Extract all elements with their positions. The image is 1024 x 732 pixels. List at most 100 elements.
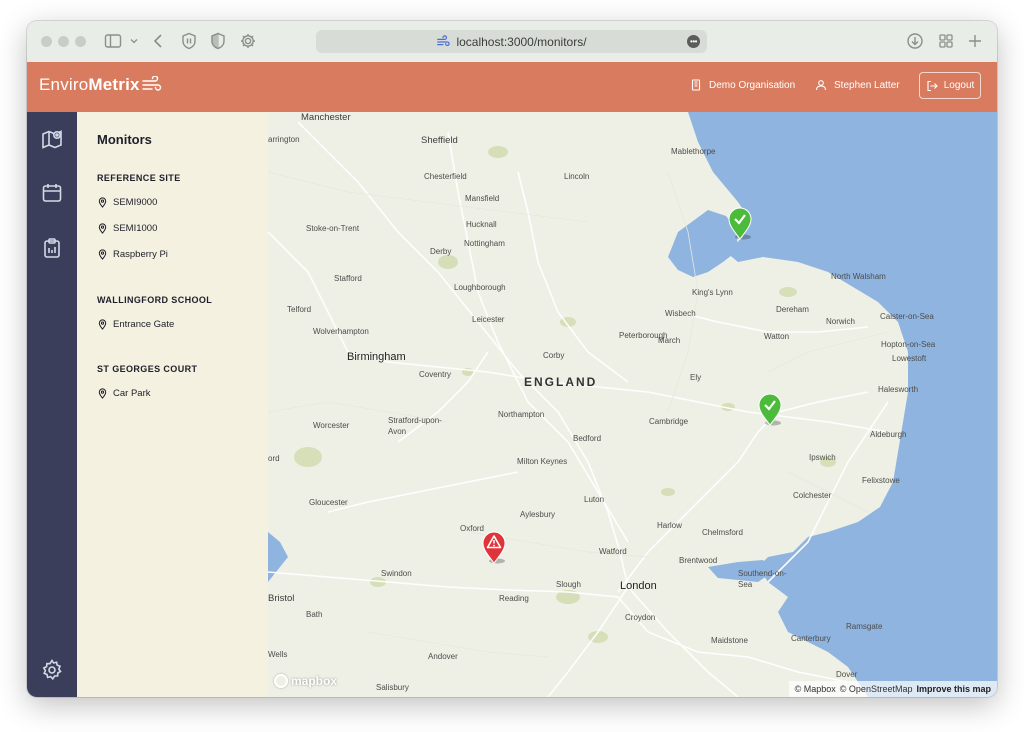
place-label: Bath <box>306 610 323 619</box>
place-label: Andover <box>428 652 458 661</box>
wind-logo-icon <box>141 76 161 91</box>
place-label: Worcester <box>313 421 350 430</box>
user-icon <box>815 80 827 91</box>
place-label: Sheffield <box>421 135 458 146</box>
half-shield-icon[interactable] <box>208 31 228 51</box>
place-label: arrington <box>268 135 300 144</box>
browser-toolbar: localhost:3000/monitors/ ••• <box>27 21 997 63</box>
map-canvas[interactable]: Manchester arrington Sheffield Chesterfi… <box>268 112 997 697</box>
tab-overview-icon[interactable] <box>936 31 956 51</box>
place-label: Watford <box>599 547 627 556</box>
place-label: Wisbech <box>665 309 696 318</box>
place-label: Ramsgate <box>846 622 883 631</box>
mapbox-logo-text: mapbox <box>291 674 338 688</box>
group-heading-st-georges-court: ST GEORGES COURT <box>97 364 198 374</box>
place-label: Wolverhampton <box>313 327 369 336</box>
monitor-marker-alert[interactable] <box>481 530 507 564</box>
nav-settings[interactable] <box>27 645 77 695</box>
location-pin-icon <box>98 319 107 330</box>
improve-map-link[interactable]: Improve this map <box>916 684 991 694</box>
zoom-window-button[interactable] <box>75 36 86 47</box>
place-label: Southend-on-Sea <box>738 569 787 589</box>
map-pin-icon <box>42 130 62 149</box>
sidebar-toggle-icon[interactable] <box>103 31 123 51</box>
url-text: localhost:3000/monitors/ <box>456 34 587 49</box>
logout-button[interactable]: Logout <box>919 72 981 99</box>
place-label: Luton <box>584 495 605 504</box>
place-label: Gloucester <box>309 498 348 507</box>
more-options-icon[interactable]: ••• <box>687 35 700 48</box>
nav-map[interactable] <box>27 114 81 164</box>
minimize-window-button[interactable] <box>58 36 69 47</box>
organisation-name: Demo Organisation <box>709 79 796 91</box>
country-label: ENGLAND <box>524 375 598 389</box>
nav-rail <box>27 112 81 697</box>
logo-text-metrix: Metrix <box>88 75 140 94</box>
monitor-item-semi9000[interactable]: SEMI9000 <box>97 197 157 208</box>
place-label: Telford <box>287 305 312 314</box>
shield-privacy-icon[interactable] <box>179 31 199 51</box>
calendar-icon <box>42 184 62 202</box>
nav-calendar[interactable] <box>27 168 77 218</box>
attribution-mapbox-link[interactable]: © Mapbox <box>795 684 836 694</box>
place-label: Mansfield <box>465 194 500 203</box>
location-pin-icon <box>98 388 107 399</box>
place-label: Lowestoft <box>892 354 927 363</box>
place-label: Nottingham <box>464 239 505 248</box>
place-label: Bedford <box>573 434 602 443</box>
nav-reports[interactable] <box>27 223 77 273</box>
place-label: Dover <box>836 670 858 679</box>
mapbox-logo[interactable]: mapbox <box>274 674 337 688</box>
place-label: Northampton <box>498 410 545 419</box>
close-window-button[interactable] <box>41 36 52 47</box>
place-label: Wells <box>268 650 288 659</box>
place-label: Cambridge <box>649 417 689 426</box>
back-arrow-icon[interactable] <box>149 31 169 51</box>
monitor-marker-ok[interactable] <box>757 392 783 426</box>
place-label: Watton <box>764 332 790 341</box>
place-label: Chelmsford <box>702 528 743 537</box>
monitor-item-entrance-gate[interactable]: Entrance Gate <box>97 319 174 330</box>
place-label: Stoke-on-Trent <box>306 224 360 233</box>
download-icon[interactable] <box>905 31 925 51</box>
map-basemap <box>268 112 997 697</box>
user-menu[interactable]: Stephen Latter <box>815 79 900 91</box>
monitor-marker-ok[interactable] <box>727 206 753 240</box>
settings-gear-icon <box>42 659 62 681</box>
chevron-down-icon[interactable] <box>124 31 138 51</box>
app-logo[interactable]: Enviro Metrix <box>39 75 162 95</box>
place-label: King's Lynn <box>692 288 733 297</box>
address-bar[interactable]: localhost:3000/monitors/ ••• <box>316 30 707 53</box>
place-label: Stratford-upon-Avon <box>388 416 442 436</box>
organisation-menu[interactable]: Demo Organisation <box>690 79 795 91</box>
building-icon <box>691 79 701 91</box>
monitor-item-car-park[interactable]: Car Park <box>97 388 150 399</box>
place-label: Ipswich <box>809 453 836 462</box>
new-tab-icon[interactable] <box>965 31 985 51</box>
place-label: Slough <box>556 580 581 589</box>
gear-icon[interactable] <box>238 31 258 51</box>
location-pin-icon <box>98 197 107 208</box>
logout-label: Logout <box>943 80 975 91</box>
place-label: North Walsham <box>831 272 886 281</box>
app-header: Enviro Metrix Demo Organisation Stephen L… <box>27 62 997 112</box>
monitor-item-semi1000[interactable]: SEMI1000 <box>97 223 157 234</box>
clipboard-icon <box>44 238 60 258</box>
place-label: Stafford <box>334 274 362 283</box>
monitor-item-raspberry-pi[interactable]: Raspberry Pi <box>97 249 168 260</box>
place-label-large: Birmingham <box>347 351 406 363</box>
place-label: Harlow <box>657 521 682 530</box>
place-label: Canterbury <box>791 634 831 643</box>
logout-icon <box>927 80 938 91</box>
location-pin-icon <box>98 249 107 260</box>
place-label: Halesworth <box>878 385 919 394</box>
logo-text-enviro: Enviro <box>39 75 89 94</box>
place-label: Reading <box>499 594 529 603</box>
place-label: Aldeburgh <box>870 430 907 439</box>
warning-marker-icon <box>482 531 506 564</box>
place-label: Aylesbury <box>520 510 555 519</box>
attribution-osm-link[interactable]: © OpenStreetMap <box>840 684 913 694</box>
group-heading-wallingford-school: WALLINGFORD SCHOOL <box>97 295 213 305</box>
place-label: Derby <box>430 247 452 256</box>
check-marker-icon <box>728 207 752 240</box>
